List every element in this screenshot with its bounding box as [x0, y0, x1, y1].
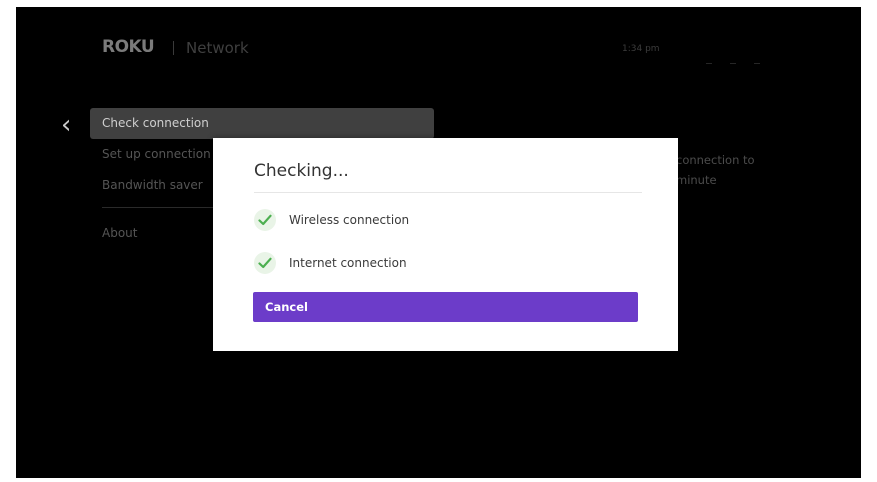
- menu-item-check-connection[interactable]: Check connection: [90, 108, 434, 139]
- header-separator: [173, 41, 174, 55]
- check-row-wireless: Wireless connection: [254, 209, 409, 231]
- clock: 1:34 pm: [622, 44, 660, 54]
- menu-item-label: Set up connection: [102, 147, 211, 161]
- checking-dialog: Checking... Wireless connection Internet…: [213, 138, 678, 351]
- menu-item-label: Bandwidth saver: [102, 178, 203, 192]
- status-mark: [754, 63, 760, 64]
- description-text: connection to minute: [676, 150, 856, 190]
- status-mark: [706, 63, 712, 64]
- status-mark: [730, 63, 736, 64]
- roku-logo: ROKU: [102, 37, 155, 57]
- description-line: minute: [676, 173, 717, 187]
- check-label: Wireless connection: [289, 213, 410, 227]
- check-row-internet: Internet connection: [254, 252, 407, 274]
- dialog-title: Checking...: [254, 161, 349, 181]
- cancel-button[interactable]: Cancel: [253, 292, 638, 322]
- check-circle-icon: [254, 209, 276, 231]
- description-line: connection to: [676, 153, 755, 167]
- menu-item-label: About: [102, 226, 138, 240]
- dialog-divider: [254, 192, 642, 193]
- menu-item-label: Check connection: [102, 116, 209, 130]
- page-title: Network: [186, 39, 249, 57]
- chevron-left-icon[interactable]: ‹: [61, 112, 75, 138]
- status-indicators: [706, 49, 778, 68]
- check-circle-icon: [254, 252, 276, 274]
- check-label: Internet connection: [289, 256, 407, 270]
- top-bar: ROKU Network 1:34 pm: [16, 7, 861, 87]
- menu-divider: [102, 207, 222, 208]
- cancel-button-label: Cancel: [265, 300, 308, 314]
